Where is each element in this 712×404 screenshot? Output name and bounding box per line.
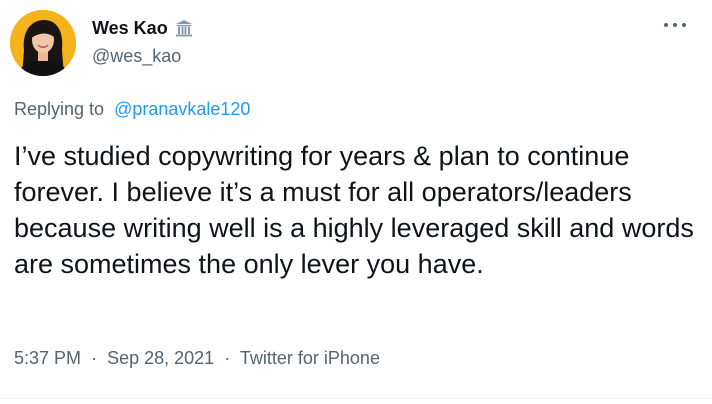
author-name-row[interactable]: Wes Kao bbox=[92, 16, 194, 40]
replying-to: Replying to @pranavkale120 bbox=[14, 97, 255, 121]
author-display-name[interactable]: Wes Kao bbox=[92, 17, 168, 39]
tweet-time-link[interactable]: 5:37 PM bbox=[14, 348, 81, 368]
tweet-card: Wes Kao @wes_kao Replying to @pranavkale… bbox=[0, 0, 712, 404]
government-building-icon bbox=[174, 18, 194, 38]
reply-mention-link[interactable]: @pranavkale120 bbox=[114, 99, 250, 119]
more-options-button[interactable] bbox=[664, 20, 686, 30]
more-dot-icon bbox=[664, 23, 668, 27]
meta-separator: · bbox=[91, 348, 98, 368]
more-dot-icon bbox=[682, 23, 686, 27]
tweet-metadata: 5:37 PM · Sep 28, 2021 · Twitter for iPh… bbox=[14, 346, 385, 370]
more-dot-icon bbox=[673, 23, 677, 27]
meta-separator: · bbox=[224, 348, 231, 368]
tweet-text: I’ve studied copywriting for years & pla… bbox=[14, 141, 694, 279]
avatar[interactable] bbox=[10, 10, 76, 76]
author-handle[interactable]: @wes_kao bbox=[92, 45, 181, 67]
tweet-date-link[interactable]: Sep 28, 2021 bbox=[107, 348, 214, 368]
avatar-photo bbox=[10, 10, 76, 76]
tweet-source-link[interactable]: Twitter for iPhone bbox=[240, 348, 380, 368]
divider bbox=[0, 398, 712, 399]
replying-to-label: Replying to bbox=[14, 99, 105, 119]
